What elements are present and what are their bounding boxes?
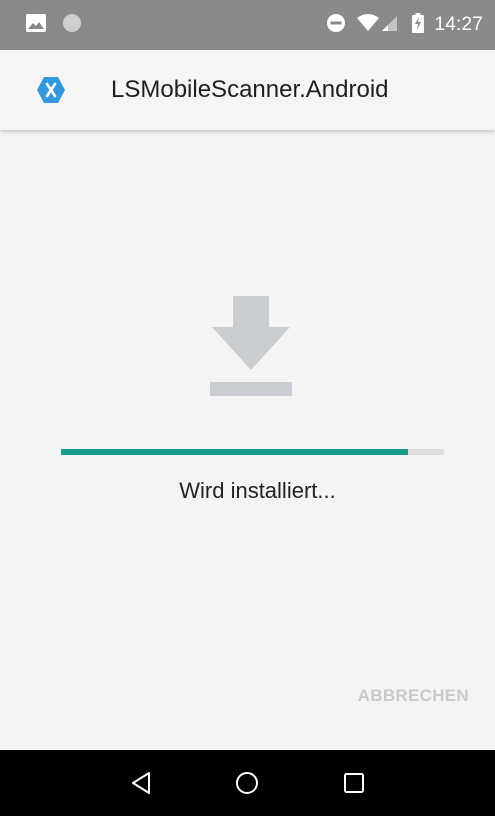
home-icon[interactable] — [227, 763, 267, 803]
navigation-bar — [0, 750, 495, 816]
xamarin-logo-icon — [35, 74, 67, 106]
app-bar: LSMobileScanner.Android — [0, 50, 495, 130]
status-time: 14:27 — [434, 14, 483, 35]
signal-icon — [382, 14, 398, 37]
back-icon[interactable] — [121, 763, 161, 803]
install-progress-fill — [61, 449, 408, 455]
cancel-button[interactable]: ABBRECHEN — [358, 686, 469, 706]
status-left — [26, 13, 98, 38]
recents-icon[interactable] — [334, 763, 374, 803]
battery-charging-icon — [412, 12, 425, 38]
screen: 14:27 LSMobileScanner.Android Wird insta… — [0, 0, 495, 816]
wifi-icon — [356, 13, 380, 37]
status-right: 14:27 — [316, 12, 483, 38]
status-bar: 14:27 — [0, 0, 495, 50]
install-status-text: Wird installiert... — [179, 478, 336, 503]
install-progress-bar — [61, 449, 444, 455]
image-icon — [26, 13, 46, 37]
install-content: Wird installiert... ABBRECHEN — [0, 130, 495, 750]
download-icon — [208, 296, 294, 400]
app-title: LSMobileScanner.Android — [111, 76, 389, 103]
do-not-disturb-icon — [326, 13, 346, 38]
circle-notification-icon — [62, 13, 82, 38]
